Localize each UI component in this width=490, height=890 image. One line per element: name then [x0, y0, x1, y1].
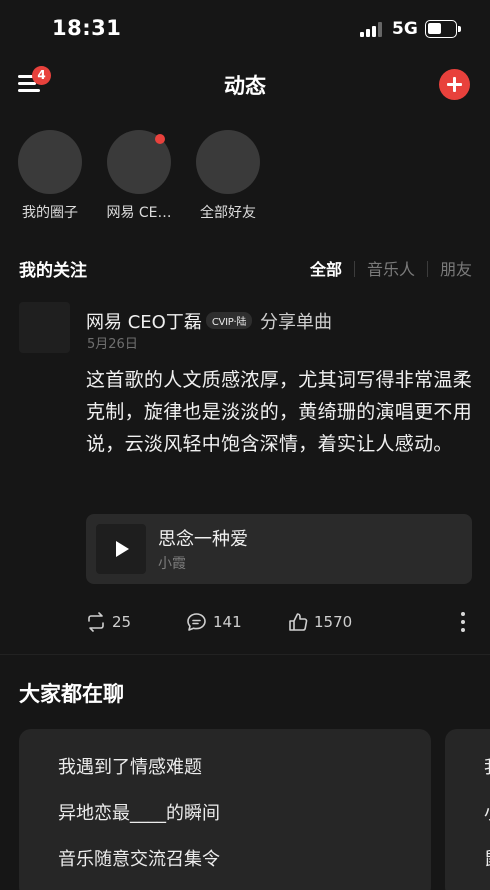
- post-text: 这首歌的人文质感浓厚，尤其词写得非常温柔克制，旋律也是淡淡的，黄绮珊的演唱更不用…: [86, 369, 473, 455]
- post-author-name[interactable]: 网易 CEO丁磊: [86, 312, 202, 333]
- post-action: 分享单曲: [260, 312, 333, 333]
- like-button[interactable]: 1570: [288, 610, 352, 634]
- battery-icon: [425, 20, 461, 38]
- signal-icon: [360, 22, 382, 37]
- circle-all-friends[interactable]: 全部好友: [183, 130, 273, 222]
- chat-topic-card-next[interactable]: 我 小 鼠: [445, 729, 490, 890]
- chat-topic[interactable]: 我遇到了情感难题: [58, 753, 202, 779]
- filter-divider: [353, 261, 355, 277]
- avatar: [196, 130, 260, 194]
- page-title: 动态: [224, 74, 266, 98]
- post-author-avatar[interactable]: [19, 302, 70, 353]
- chat-topic[interactable]: 我: [484, 753, 490, 779]
- filter-friends[interactable]: 朋友: [440, 256, 472, 280]
- like-count: 1570: [314, 613, 353, 631]
- chat-topic[interactable]: 鼠: [484, 845, 490, 871]
- more-button[interactable]: [458, 610, 468, 634]
- like-icon: [289, 613, 308, 631]
- section-divider: [0, 654, 490, 655]
- comment-button[interactable]: 141: [186, 610, 242, 634]
- chat-section-title: 大家都在聊: [19, 682, 124, 706]
- circle-label: 网易 CE…: [106, 205, 172, 221]
- repost-button[interactable]: 25: [86, 610, 131, 634]
- add-button[interactable]: [439, 69, 470, 100]
- repost-count: 25: [112, 613, 132, 631]
- post-header: 网易 CEO丁磊 CVIP·陆 分享单曲: [86, 308, 332, 334]
- feed-post: 网易 CEO丁磊 CVIP·陆 分享单曲 5月26日 这首歌的人文质感浓厚，尤其词写…: [0, 300, 490, 650]
- filter-divider: [426, 261, 428, 277]
- avatar: [107, 130, 171, 194]
- comment-icon: [187, 613, 206, 631]
- chat-topic[interactable]: 小: [484, 799, 490, 825]
- unread-dot: [155, 134, 165, 144]
- circle-my-circle[interactable]: 我的圈子: [5, 130, 95, 222]
- status-time: 18:31: [52, 16, 122, 40]
- network-label: 5G: [392, 19, 418, 39]
- shared-song-card[interactable]: 思念一种爱 小霞: [86, 514, 472, 584]
- post-actions: 25 141 1570: [86, 610, 476, 634]
- vip-badge: CVIP·陆: [205, 312, 253, 329]
- repost-icon: [88, 612, 104, 632]
- following-bar: 我的关注 全部 音乐人 朋友: [0, 250, 490, 284]
- circle-netease-ceo[interactable]: 网易 CE…: [94, 130, 184, 222]
- song-artist: 小霞: [158, 556, 186, 572]
- filter-all[interactable]: 全部: [310, 256, 342, 280]
- circle-label: 我的圈子: [22, 205, 78, 221]
- header: 4 动态: [0, 60, 490, 110]
- filter-musicians[interactable]: 音乐人: [367, 256, 415, 280]
- comment-count: 141: [213, 613, 242, 631]
- avatar: [18, 130, 82, 194]
- play-icon[interactable]: [96, 524, 146, 574]
- status-bar: 18:31 5G: [0, 0, 490, 60]
- chat-topic[interactable]: 音乐随意交流召集令: [58, 845, 220, 871]
- following-title: 我的关注: [19, 261, 87, 281]
- chat-topic-card[interactable]: 我遇到了情感难题 异地恋最____的瞬间 音乐随意交流召集令: [19, 729, 431, 890]
- circle-label: 全部好友: [200, 205, 256, 221]
- circles-row: 我的圈子 网易 CE… 全部好友: [0, 130, 490, 230]
- following-filters: 全部 音乐人 朋友: [310, 256, 472, 280]
- post-date: 5月26日: [87, 337, 138, 352]
- song-title: 思念一种爱: [158, 529, 248, 550]
- chat-topic[interactable]: 异地恋最____的瞬间: [58, 799, 220, 825]
